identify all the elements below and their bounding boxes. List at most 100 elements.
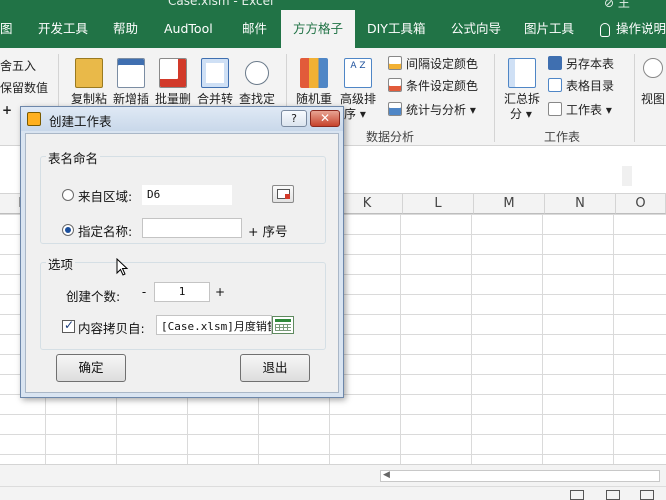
mouse-pointer-icon <box>116 258 129 276</box>
copy-paste-button[interactable]: 复制粘 <box>68 58 110 107</box>
sort-dropdown[interactable]: 序 ▾ <box>344 104 366 124</box>
help-button[interactable]: ? <box>281 110 307 127</box>
count-decrement-button[interactable]: - <box>136 282 152 302</box>
page-break-icon[interactable] <box>640 490 654 500</box>
window-title: Case.xlsm - Excel <box>168 0 274 8</box>
round-button[interactable]: 舍五入 <box>0 56 36 76</box>
random-grid-icon <box>300 58 328 88</box>
copy-content-label: 内容拷贝自: <box>78 321 145 336</box>
account-hint[interactable]: ⊘ 王 <box>604 0 630 10</box>
tab-mail[interactable]: 邮件 <box>242 10 267 48</box>
scroll-left-icon[interactable]: ◀ <box>383 470 390 480</box>
stats-icon <box>388 102 402 116</box>
page-layout-icon[interactable] <box>606 490 620 500</box>
close-button[interactable]: ✕ <box>310 110 340 127</box>
sheet-picker-icon[interactable] <box>272 316 294 334</box>
interval-color-button[interactable]: 间隔设定颜色 <box>388 54 478 74</box>
conditional-color-icon <box>388 78 402 92</box>
named-label: 指定名称: <box>78 224 133 239</box>
interval-color-label: 间隔设定颜色 <box>406 57 479 71</box>
insert-button[interactable]: 新增插 <box>110 58 152 107</box>
delete-table-icon <box>159 58 187 88</box>
tab-fangfang[interactable]: 方方格子 <box>281 10 356 48</box>
named-input[interactable] <box>142 218 242 238</box>
table-index-label: 表格目录 <box>566 79 615 93</box>
tab-picture-tools[interactable]: 图片工具 <box>524 10 574 48</box>
summary-split-button[interactable]: 汇总拆 <box>502 58 542 107</box>
range-select-icon <box>277 189 290 199</box>
tab-tell-me[interactable]: 操作说明 <box>600 10 666 48</box>
tab-diy-toolbox[interactable]: DIY工具箱 <box>367 10 425 48</box>
save-sheet-button[interactable]: 另存本表 <box>548 54 614 74</box>
save-icon <box>548 56 562 70</box>
batch-delete-label: 批量删 <box>154 92 191 106</box>
from-range-label: 来自区域: <box>78 189 133 204</box>
exit-button[interactable]: 退出 <box>240 354 310 382</box>
find-locate-button[interactable]: 查找定 <box>236 58 278 107</box>
tab-help[interactable]: 帮助 <box>113 10 138 48</box>
conditional-color-label: 条件设定颜色 <box>406 79 479 93</box>
conditional-color-button[interactable]: 条件设定颜色 <box>388 76 478 96</box>
naming-group-title: 表名命名 <box>46 148 101 167</box>
create-worksheet-dialog: 创建工作表 ? ✕ 表名命名 来自区域: D6 指定名称: + 序号 选项 创建… <box>20 106 344 398</box>
random-button[interactable]: 随机重 <box>292 58 336 107</box>
batch-delete-button[interactable]: 批量删 <box>152 58 194 107</box>
merge-convert-label: 合并转 <box>196 92 233 106</box>
from-range-radio[interactable] <box>62 189 74 201</box>
range-picker-button[interactable] <box>272 185 294 203</box>
ribbon-separator <box>494 54 495 142</box>
interval-color-icon <box>388 56 402 70</box>
ok-button[interactable]: 确定 <box>56 354 126 382</box>
find-locate-label: 查找定 <box>238 92 275 106</box>
column-header-m[interactable]: M <box>474 194 545 214</box>
group-worksheet: 工作表 <box>544 130 581 144</box>
count-input[interactable]: 1 <box>154 282 210 302</box>
formula-bar-expand[interactable] <box>622 166 632 186</box>
copy-paste-label: 复制粘 <box>70 92 107 106</box>
count-label: 创建个数: <box>66 289 121 304</box>
view-button[interactable]: 视图 <box>640 58 666 107</box>
random-label: 随机重 <box>295 92 332 106</box>
copy-source-input[interactable]: [Case.xlsm]月度销售 <box>156 315 272 335</box>
ribbon-tabs: 图 开发工具 帮助 AudTool 邮件 方方格子 DIY工具箱 公式向导 图片… <box>0 10 666 48</box>
summary-split-icon <box>508 58 536 88</box>
more-left-button[interactable]: + <box>2 100 12 120</box>
horizontal-scrollbar[interactable]: ◀ <box>380 470 660 482</box>
tab-developer[interactable]: 开发工具 <box>38 10 88 48</box>
dialog-body: 表名命名 来自区域: D6 指定名称: + 序号 选项 创建个数: - 1 + … <box>25 133 339 393</box>
stats-analysis-label: 统计与分析 ▾ <box>406 103 476 117</box>
tab-formula-wizard[interactable]: 公式向导 <box>451 10 501 48</box>
sheet-tab-bar: ◀ <box>0 464 666 486</box>
normal-view-icon[interactable] <box>570 490 584 500</box>
dialog-titlebar[interactable]: 创建工作表 ? ✕ <box>21 107 343 131</box>
tab-view-partial[interactable]: 图 <box>0 10 13 48</box>
ribbon-separator <box>634 54 635 142</box>
sort-az-icon: A Z <box>344 58 372 88</box>
copy-content-checkbox[interactable] <box>62 318 75 333</box>
lightbulb-icon <box>600 22 610 37</box>
count-increment-button[interactable]: + <box>212 282 228 302</box>
insert-label: 新增插 <box>112 92 149 106</box>
worksheet-button[interactable]: 工作表 ▾ <box>548 100 612 120</box>
column-header-n[interactable]: N <box>545 194 616 214</box>
advanced-sort-button[interactable]: A Z 高级排 <box>336 58 380 107</box>
tab-tell-me-label: 操作说明 <box>616 21 666 36</box>
magnifier-icon <box>245 61 269 85</box>
stats-analysis-button[interactable]: 统计与分析 ▾ <box>388 100 476 120</box>
worksheet-icon <box>548 102 562 116</box>
merge-icon <box>201 58 229 88</box>
keep-values-button[interactable]: 保留数值 <box>0 78 48 98</box>
table-index-button[interactable]: 表格目录 <box>548 76 614 96</box>
dialog-app-icon <box>27 112 41 126</box>
column-header-o[interactable]: O <box>616 194 666 214</box>
from-range-input[interactable]: D6 <box>142 185 232 205</box>
named-radio[interactable] <box>62 224 74 236</box>
worksheet-label: 工作表 ▾ <box>566 103 612 117</box>
view-icon <box>643 58 663 78</box>
summary-dropdown[interactable]: 分 ▾ <box>510 104 532 124</box>
group-data-analysis: 数据分析 <box>366 130 415 144</box>
merge-convert-button[interactable]: 合并转 <box>194 58 236 107</box>
column-header-l[interactable]: L <box>403 194 474 214</box>
title-bar: Case.xlsm - Excel ⊘ 王 <box>0 0 666 10</box>
tab-audtool[interactable]: AudTool <box>164 10 213 48</box>
